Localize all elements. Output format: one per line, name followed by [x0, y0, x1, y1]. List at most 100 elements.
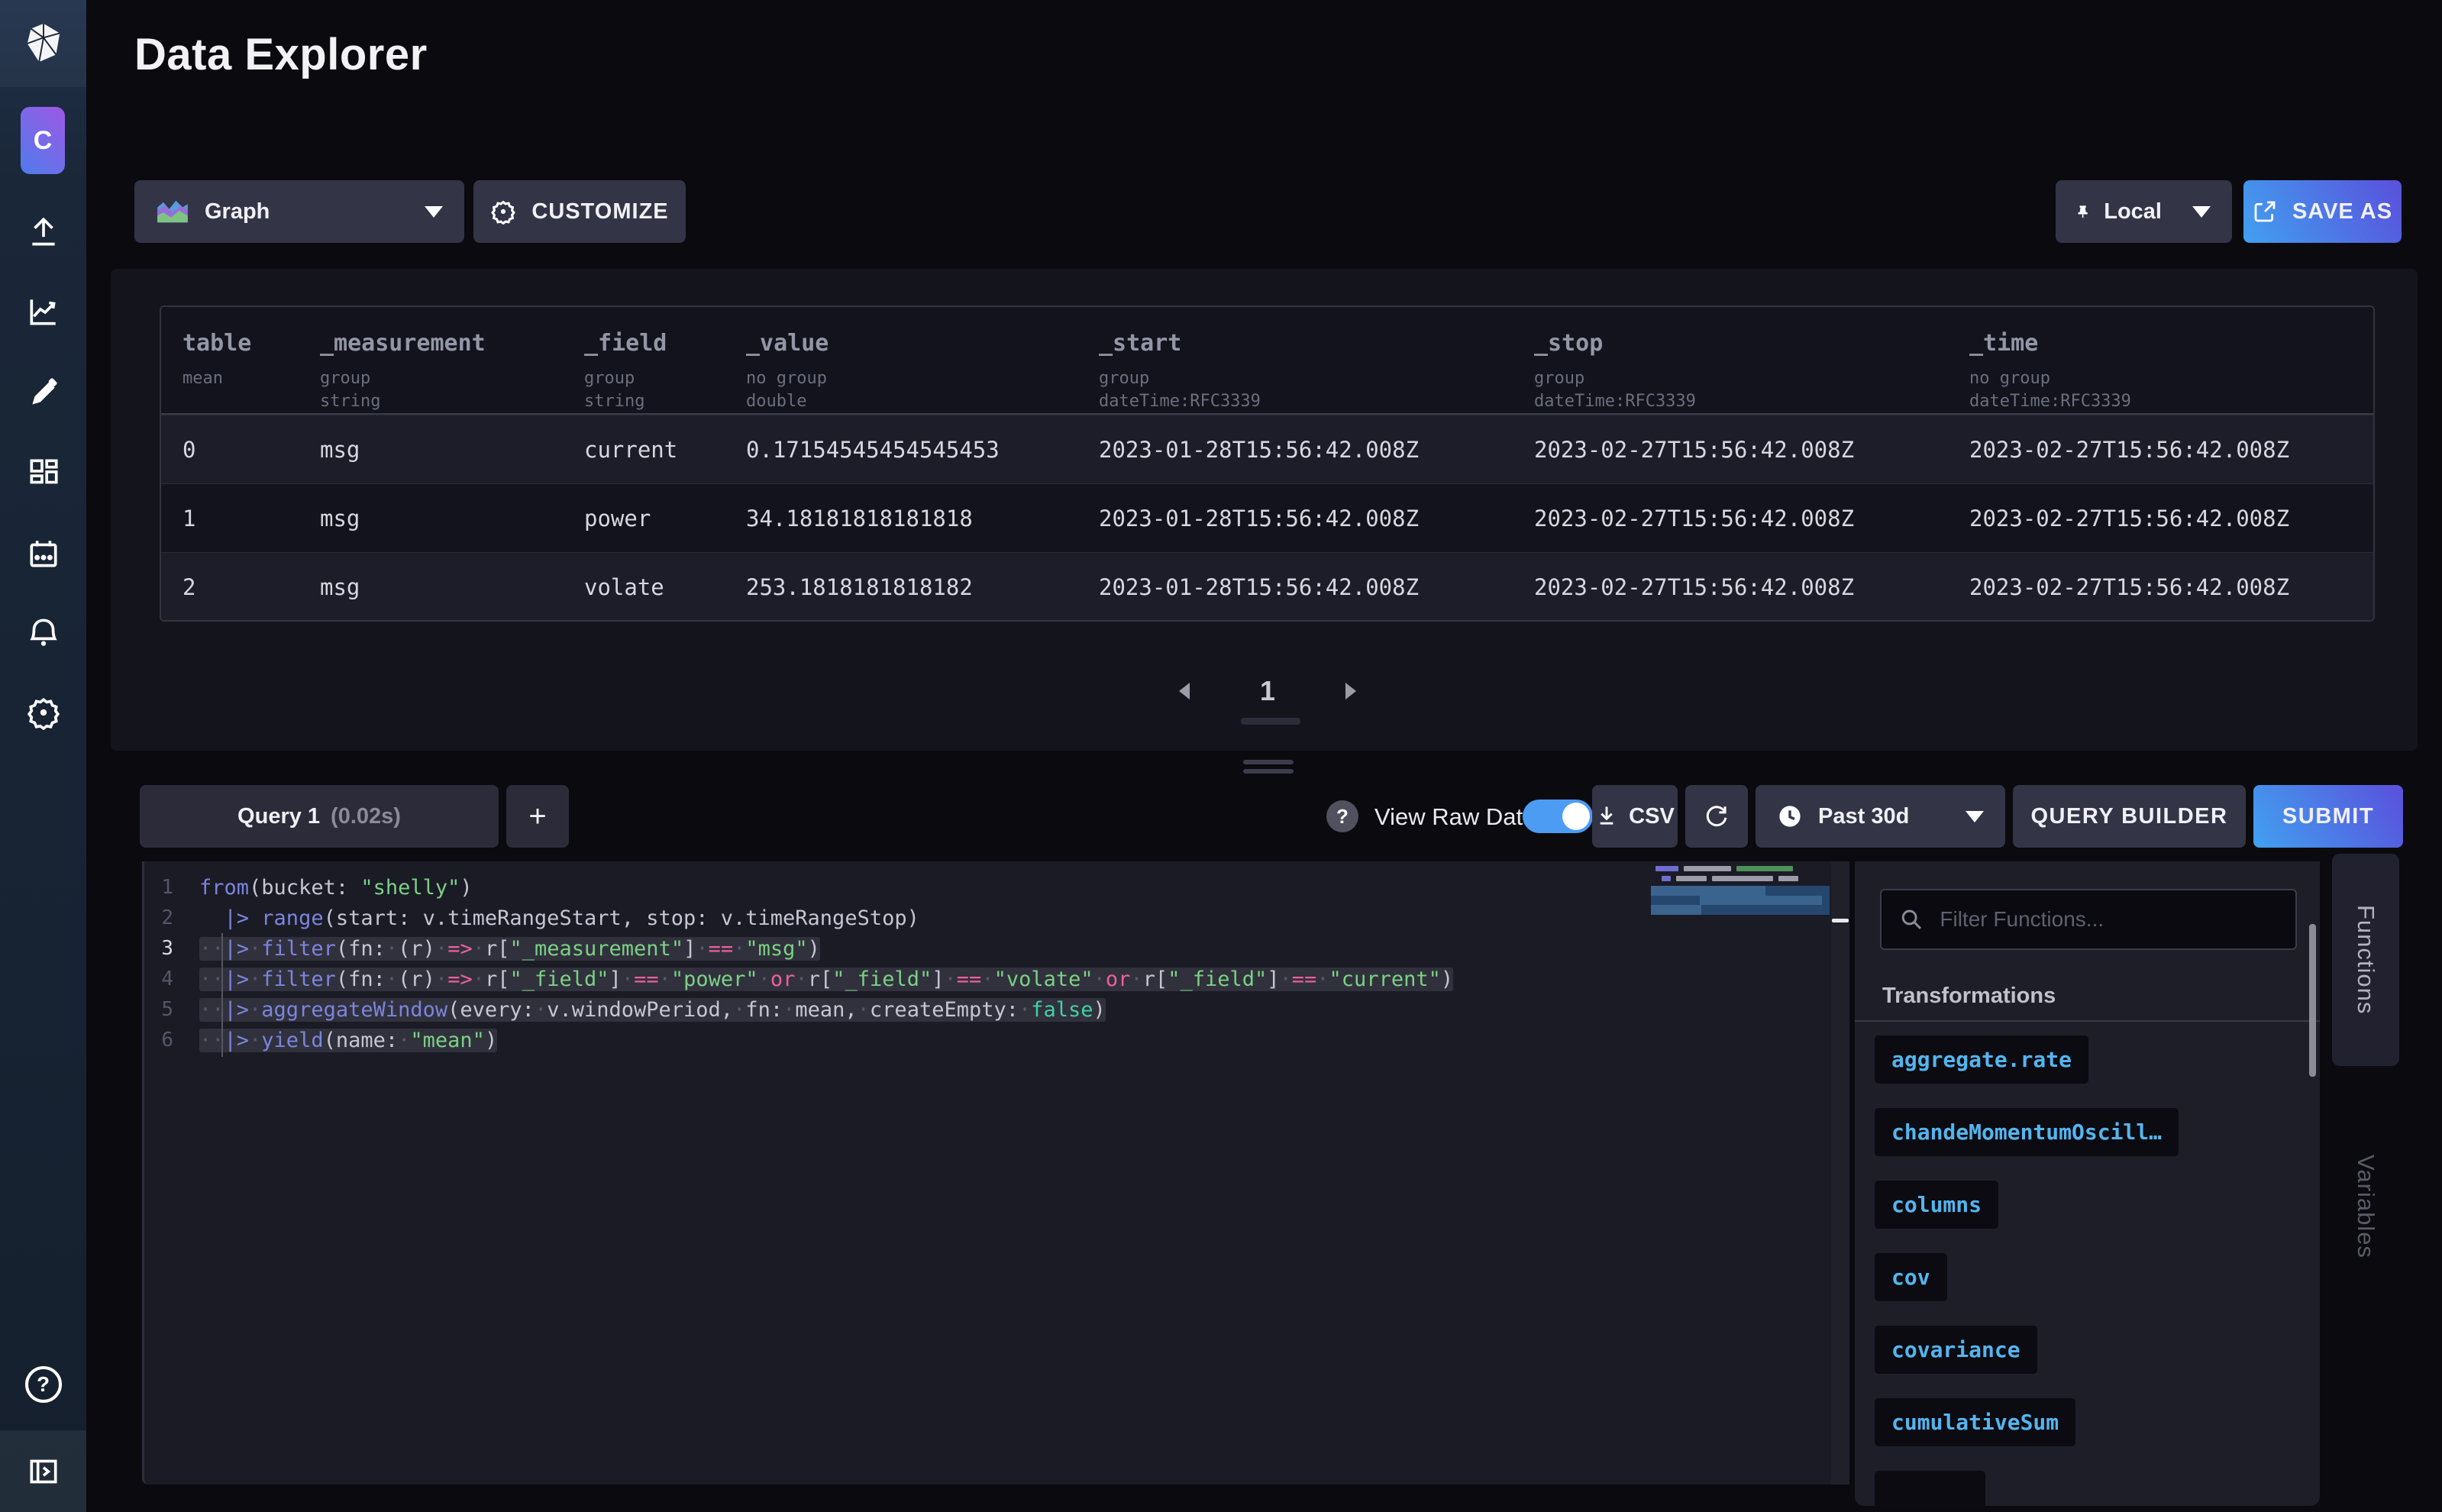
help-icon: ? — [25, 1366, 62, 1403]
view-raw-data-toggle[interactable] — [1523, 800, 1593, 833]
clock-icon — [1777, 803, 1803, 829]
column-header: _startgroupdateTime:RFC3339 — [1077, 330, 1513, 413]
add-query-button[interactable]: + — [506, 785, 569, 848]
code-lines: 1from(bucket: "shelly")2 |> range(start:… — [144, 872, 1849, 1055]
raw-data-table: tablemean_measurementgroupstring_fieldgr… — [160, 305, 2375, 622]
panel-resize-handle[interactable] — [1243, 760, 1294, 774]
table-header-row: tablemean_measurementgroupstring_fieldgr… — [161, 307, 2373, 415]
query-tab-label: Query 1 — [237, 804, 320, 829]
column-header: tablemean — [161, 330, 299, 413]
function-chip[interactable]: covariance — [1875, 1326, 2037, 1374]
chevron-down-icon — [425, 206, 443, 218]
chevron-right-icon[interactable] — [1344, 681, 1359, 701]
line-number: 1 — [144, 876, 199, 899]
table-row: 2msgvolate253.18181818181822023-01-28T15… — [161, 552, 2373, 621]
table-row: 1msgpower34.181818181818182023-01-28T15:… — [161, 483, 2373, 552]
query-builder-button[interactable]: QUERY BUILDER — [2013, 785, 2246, 848]
tab-variables[interactable]: Variables — [2332, 1115, 2399, 1298]
time-range-dropdown[interactable]: Past 30d — [1756, 785, 2005, 848]
function-chip-clipped[interactable] — [1875, 1471, 1985, 1506]
function-chip[interactable]: cumulativeSum — [1875, 1398, 2075, 1446]
section-title: Transformations — [1882, 984, 2056, 1009]
table-cell: power — [563, 506, 725, 531]
query-tab[interactable]: Query 1 (0.02s) — [140, 785, 499, 848]
function-chip[interactable]: columns — [1875, 1181, 1998, 1229]
table-cell: msg — [299, 437, 563, 463]
editor-minimap[interactable] — [1651, 866, 1830, 919]
influxdb-logo[interactable] — [0, 0, 86, 87]
sidebar: C ? — [0, 0, 86, 1512]
line-number: 6 — [144, 1029, 199, 1052]
csv-download-button[interactable]: CSV — [1592, 785, 1678, 848]
table-cell: current — [563, 437, 725, 463]
table-body: 0msgcurrent0.171545454545454532023-01-28… — [161, 415, 2373, 621]
data-explorer-page: C ? Data Explorer — [0, 0, 2442, 1512]
sidebar-expand[interactable] — [0, 1430, 86, 1512]
page-indicator-underline — [1241, 718, 1300, 725]
table-cell: 0 — [161, 437, 299, 463]
function-chip[interactable]: cov — [1875, 1253, 1947, 1301]
save-as-button[interactable]: SAVE AS — [2243, 180, 2402, 243]
local-dropdown[interactable]: Local — [2056, 180, 2232, 243]
line-number: 2 — [144, 906, 199, 929]
indent-guide — [221, 933, 223, 1057]
avatar[interactable]: C — [21, 107, 65, 174]
sidebar-item-tasks[interactable] — [0, 521, 86, 588]
search-input[interactable] — [1940, 907, 2277, 932]
column-header: _stopgroupdateTime:RFC3339 — [1513, 330, 1948, 413]
flux-code-editor[interactable]: 1from(bucket: "shelly")2 |> range(start:… — [142, 861, 1849, 1485]
code-line: 2 |> range(start: v.timeRangeStart, stop… — [144, 903, 1849, 933]
chevron-down-icon — [2192, 206, 2211, 218]
refresh-button[interactable] — [1685, 785, 1748, 848]
line-number: 5 — [144, 998, 199, 1021]
query-duration: (0.02s) — [331, 804, 401, 829]
code-line: 1from(bucket: "shelly") — [144, 872, 1849, 903]
view-type-dropdown[interactable]: Graph — [134, 180, 464, 243]
sidebar-item-help[interactable]: ? — [0, 1351, 86, 1418]
view-raw-data-label: View Raw Data — [1374, 803, 1536, 831]
page-title: Data Explorer — [134, 29, 428, 80]
code-line: 5··|>·aggregateWindow(every:·v.windowPer… — [144, 994, 1849, 1025]
sidebar-item-alerts[interactable] — [0, 599, 86, 666]
filter-functions-search[interactable] — [1880, 889, 2297, 950]
function-chip[interactable]: aggregate.rate — [1875, 1035, 2088, 1084]
table-cell: msg — [299, 574, 563, 600]
expand-sidebar-icon — [26, 1454, 61, 1489]
column-header: _fieldgroupstring — [563, 330, 725, 413]
sidebar-item-upload[interactable] — [0, 199, 86, 267]
chevron-down-icon — [1966, 811, 1984, 822]
table-cell: 2023-01-28T15:56:42.008Z — [1077, 437, 1513, 463]
scrollbar-thumb[interactable] — [2309, 924, 2316, 1077]
pencil-icon — [26, 376, 61, 411]
code-line: 4··|>·filter(fn:·(r)·=>·r["_field"]·==·"… — [144, 964, 1849, 994]
table-cell: volate — [563, 574, 725, 600]
functions-panel-resize-handle[interactable] — [1832, 919, 1849, 922]
chevron-left-icon[interactable] — [1176, 681, 1191, 701]
raw-data-help[interactable]: ? — [1326, 800, 1358, 832]
functions-panel: Transformations aggregate.rate chandeMome… — [1855, 861, 2320, 1506]
column-header: _valueno groupdouble — [725, 330, 1077, 413]
table-cell: 2023-01-28T15:56:42.008Z — [1077, 574, 1513, 600]
table-cell: 2023-02-27T15:56:42.008Z — [1513, 574, 1948, 600]
table-cell: 1 — [161, 506, 299, 531]
editor-gutter-strip — [1831, 861, 1849, 1485]
sidebar-item-data-explorer[interactable] — [0, 278, 86, 345]
view-type-label: Graph — [205, 199, 270, 225]
code-line: 3··|>·filter(fn:·(r)·=>·r["_measurement"… — [144, 933, 1849, 964]
divider — [1855, 1020, 2320, 1022]
sidebar-item-notebooks[interactable] — [0, 360, 86, 427]
influxdb-cube-icon — [21, 21, 66, 66]
export-icon — [2253, 199, 2277, 224]
sidebar-item-dashboards[interactable] — [0, 439, 86, 506]
sidebar-item-settings[interactable] — [0, 679, 86, 746]
table-cell: 2023-02-27T15:56:42.008Z — [1513, 506, 1948, 531]
function-chip[interactable]: chandeMomentumOscill… — [1875, 1108, 2179, 1156]
area-chart-icon — [156, 197, 189, 226]
tab-functions[interactable]: Functions — [2332, 854, 2399, 1066]
line-number: 4 — [144, 968, 199, 990]
local-label: Local — [2104, 199, 2162, 225]
table-cell: 2 — [161, 574, 299, 600]
customize-button[interactable]: CUSTOMIZE — [473, 180, 686, 243]
submit-button[interactable]: SUBMIT — [2253, 785, 2403, 848]
search-icon — [1900, 906, 1923, 932]
